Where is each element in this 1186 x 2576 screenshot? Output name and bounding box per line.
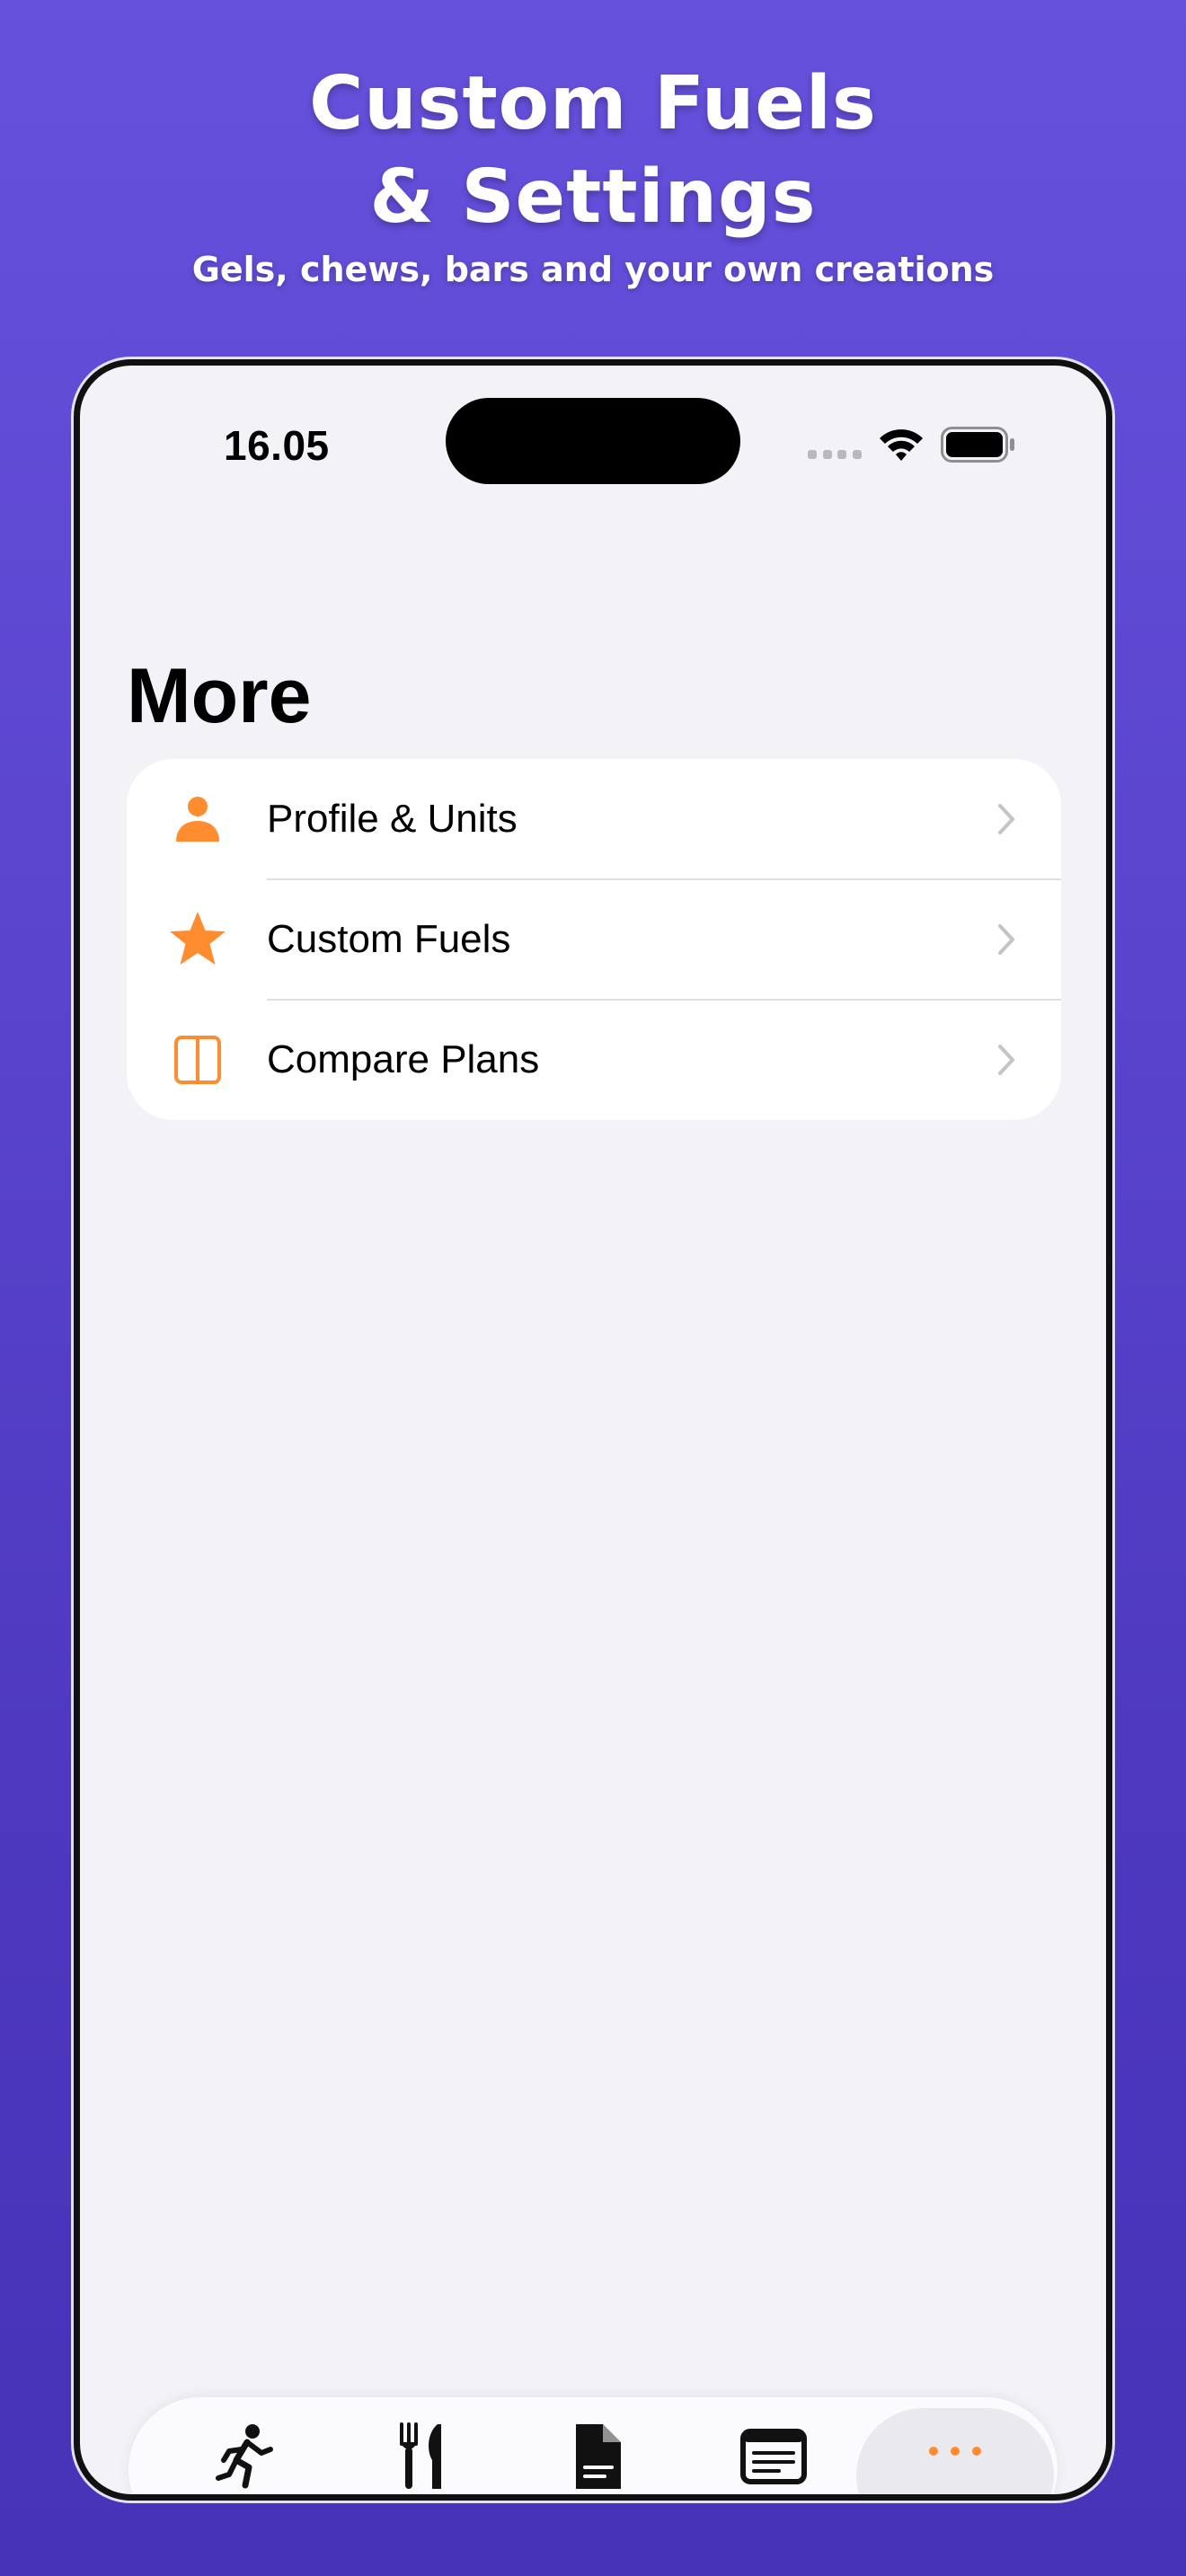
tab-bar bbox=[128, 2397, 1058, 2494]
runner-icon[interactable] bbox=[209, 2421, 281, 2492]
chevron-right-icon bbox=[998, 804, 1014, 834]
promo-title-line-2: & Settings bbox=[369, 154, 817, 240]
split-columns-icon bbox=[174, 1036, 221, 1084]
person-icon bbox=[176, 797, 219, 842]
fork-knife-icon[interactable] bbox=[385, 2421, 457, 2492]
menu-item-compare-plans[interactable]: Compare Plans bbox=[127, 1000, 1061, 1120]
chevron-right-icon bbox=[998, 1045, 1014, 1075]
menu-item-profile-units[interactable]: Profile & Units bbox=[127, 759, 1061, 879]
page-title: More bbox=[127, 653, 312, 739]
status-time: 16.05 bbox=[224, 422, 330, 469]
more-dots-icon[interactable] bbox=[919, 2433, 991, 2469]
dynamic-island bbox=[446, 398, 740, 484]
text-box-icon[interactable] bbox=[738, 2421, 810, 2492]
cellular-signal-icon bbox=[808, 450, 862, 461]
chevron-right-icon bbox=[998, 924, 1014, 955]
battery-icon bbox=[941, 427, 1014, 463]
more-menu-list: Profile & Units Custom Fuels Compare Pla… bbox=[127, 759, 1061, 1120]
star-icon bbox=[170, 912, 226, 965]
menu-item-label: Profile & Units bbox=[267, 797, 518, 841]
menu-item-label: Custom Fuels bbox=[267, 917, 511, 961]
promo-subtitle: Gels, chews, bars and your own creations bbox=[191, 250, 995, 289]
phone-frame: 16.05 More Profile & Units Custom Fuels … bbox=[74, 359, 1112, 2501]
menu-item-custom-fuels[interactable]: Custom Fuels bbox=[127, 879, 1061, 1000]
promo-title-line-1: Custom Fuels bbox=[309, 61, 877, 146]
wifi-icon bbox=[880, 429, 923, 461]
menu-item-label: Compare Plans bbox=[267, 1037, 540, 1081]
document-icon[interactable] bbox=[562, 2421, 633, 2492]
